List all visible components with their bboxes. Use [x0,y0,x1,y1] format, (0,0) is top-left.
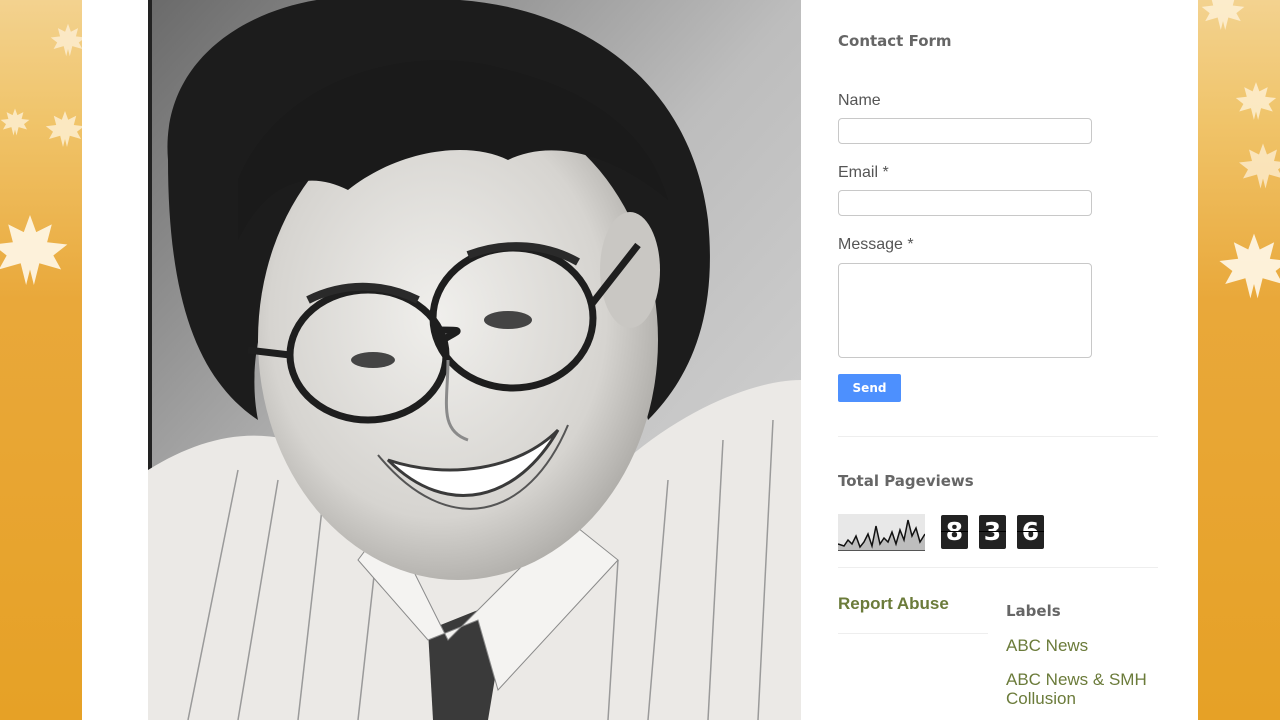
maple-leaf-icon [1235,82,1277,120]
label-link[interactable]: ABC News & SMH Collusion [1006,670,1156,708]
contact-form-title: Contact Form [838,32,952,50]
maple-leaf-icon [1198,0,1248,30]
message-label: Message * [838,236,914,253]
send-button[interactable]: Send [838,374,901,402]
email-input[interactable] [838,190,1092,216]
widget-divider [838,436,1158,437]
sidebar: Contact Form Name Email * Message * Send… [837,0,1158,720]
message-textarea[interactable] [838,263,1092,358]
portrait-photo-drawing [148,0,801,720]
maple-leaf-icon [50,10,86,70]
report-abuse-link[interactable]: Report Abuse [838,594,949,614]
maple-leaf-icon [0,108,30,136]
maple-leaf-icon [0,215,70,285]
pageviews-title: Total Pageviews [838,472,974,490]
maple-leaf-icon [1218,228,1280,304]
name-input[interactable] [838,118,1092,144]
label-link[interactable]: ABC News [1006,636,1156,655]
maple-leaf-icon [45,110,85,148]
labels-title: Labels [1006,602,1061,620]
portrait-photo [148,0,801,720]
pageview-digit: 3 [979,515,1006,549]
maple-leaf-icon [1238,135,1280,197]
widget-divider [838,567,1158,568]
pageviews-sparkline [837,514,926,551]
name-label: Name [838,92,881,109]
pageview-digit: 8 [941,515,968,549]
email-label: Email * [838,164,889,181]
report-abuse-divider [838,633,988,634]
pageview-digit: 6 [1017,515,1044,549]
main-content-column: Contact Form Name Email * Message * Send… [82,0,1198,720]
